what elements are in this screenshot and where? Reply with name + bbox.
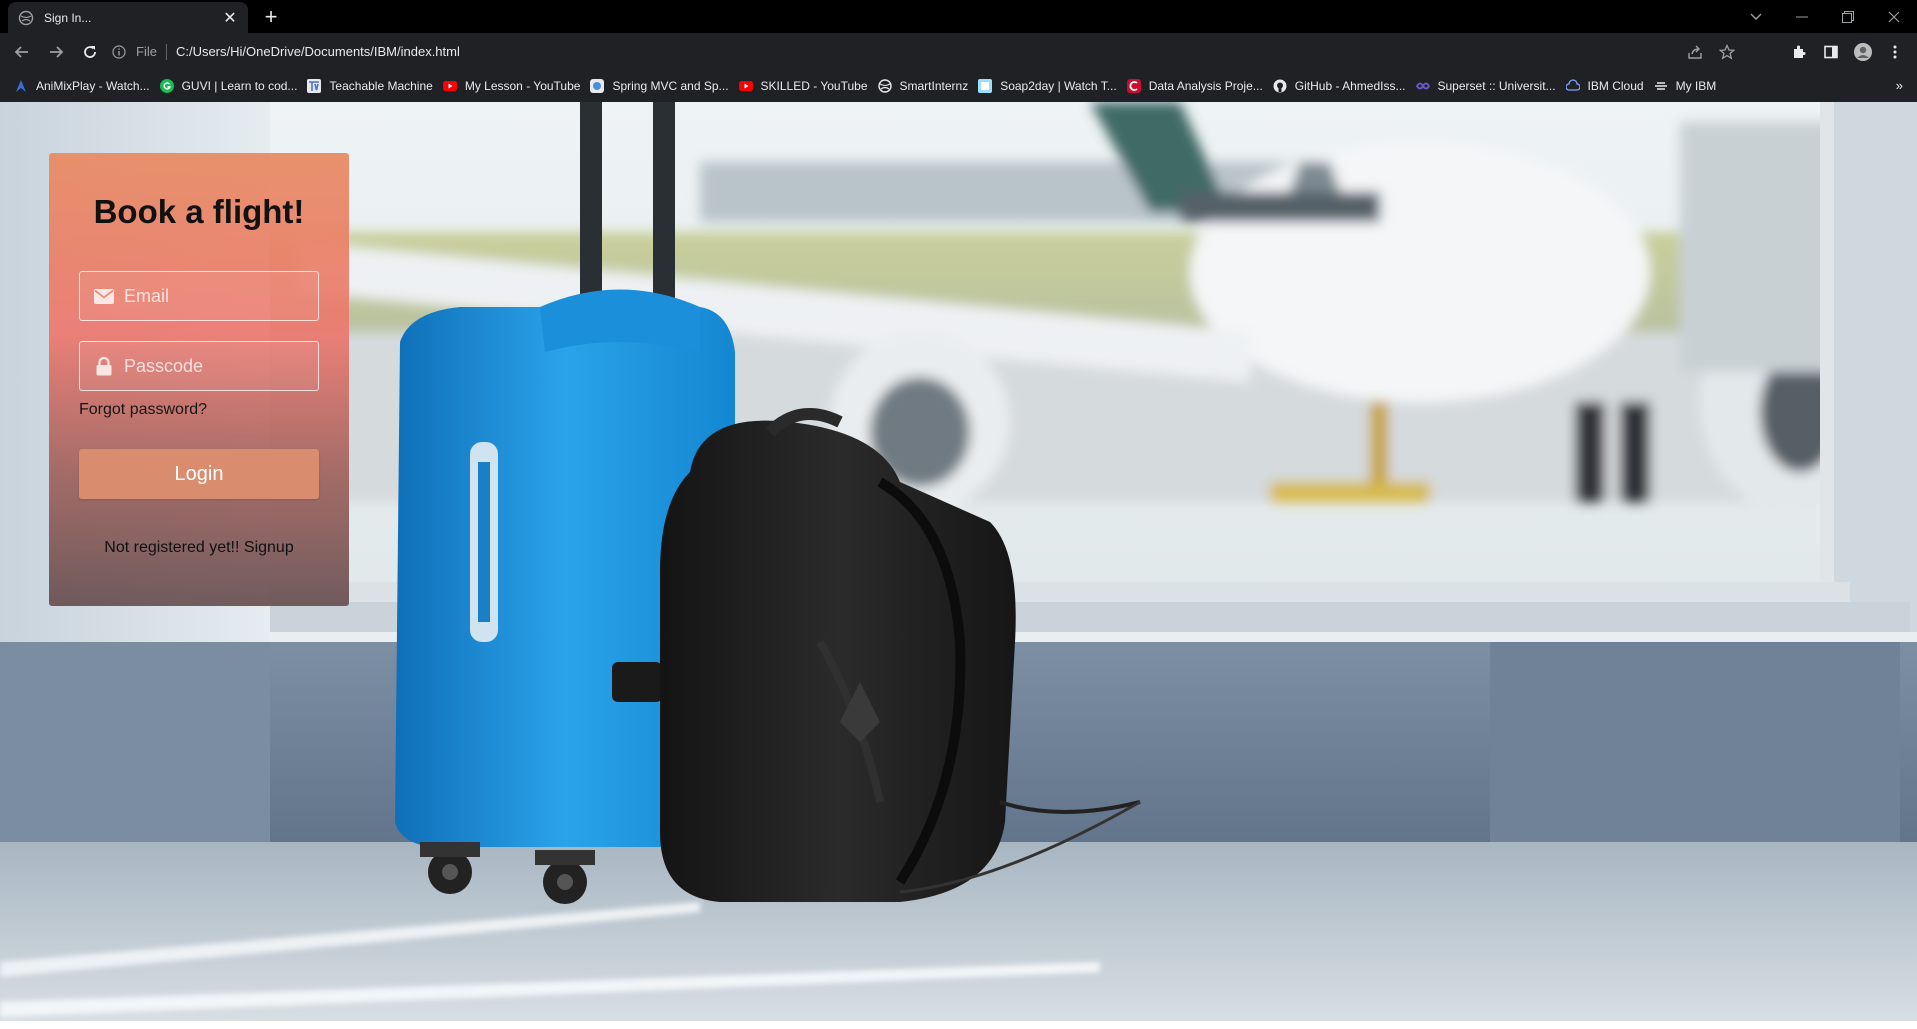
lock-icon [94,356,114,375]
tab-strip: Sign In... ✕ + [0,0,1917,33]
profile-avatar-icon[interactable] [1847,36,1879,68]
bookmark-label: SmartInternz [899,79,969,93]
bookmark-label: AniMixPlay - Watch... [36,79,150,93]
ibm-cloud-icon [1565,79,1580,93]
bookmark-item[interactable]: IBM Cloud [1564,73,1652,99]
window-controls [1733,0,1917,33]
animix-icon [14,79,28,93]
minimize-icon[interactable] [1779,0,1825,33]
tab-search-icon[interactable] [1733,0,1779,33]
side-panel-icon[interactable] [1815,36,1847,68]
bookmark-item[interactable]: Spring MVC and Sp... [588,73,736,99]
scheme-label: File [136,44,157,59]
globe-icon [18,10,34,26]
bookmark-item[interactable]: GUVI | Learn to cod... [158,73,306,99]
login-button[interactable]: Login [79,449,319,499]
more-menu-icon[interactable] [1879,36,1911,68]
superset-icon [1415,79,1430,93]
envelope-icon [94,287,114,305]
signup-prompt: Not registered yet!! Signup [49,539,349,557]
bookmark-item[interactable]: SmartInternz [876,73,977,99]
spring-icon [590,79,605,93]
bookmark-label: Teachable Machine [329,79,433,93]
bookmark-item[interactable]: Soap2day | Watch T... [976,73,1125,99]
close-tab-icon[interactable]: ✕ [222,8,238,28]
reload-icon[interactable] [74,36,106,68]
bookmark-label: GUVI | Learn to cod... [181,79,298,93]
bookmark-label: Spring MVC and Sp... [612,79,729,93]
email-field[interactable] [79,271,319,321]
bookmark-item[interactable]: Teachable Machine [305,73,440,99]
omnibox-divider [165,43,167,60]
globe-icon [877,79,892,93]
bookmark-label: GitHub - AhmedIss... [1294,79,1406,93]
bookmark-star-icon[interactable] [1711,37,1743,66]
back-icon[interactable] [6,36,38,68]
share-icon[interactable] [1679,37,1711,66]
bookmark-label: Superset :: Universit... [1437,79,1556,93]
bookmark-item[interactable]: GitHub - AhmedIss... [1271,73,1414,99]
bookmark-label: Soap2day | Watch T... [1000,79,1117,93]
bookmark-label: Data Analysis Proje... [1148,79,1263,93]
bookmarks-bar: AniMixPlay - Watch... GUVI | Learn to cod… [0,70,1917,102]
restore-icon[interactable] [1825,0,1871,33]
soap2day-icon [978,79,993,93]
bookmark-item[interactable]: My Lesson - YouTube [441,73,589,99]
url-text[interactable]: C:/Users/Hi/OneDrive/Documents/IBM/index… [176,44,460,59]
youtube-icon [738,79,753,93]
tab-title: Sign In... [44,10,92,25]
bookmark-item[interactable]: AniMixPlay - Watch... [12,73,158,99]
passcode-field[interactable] [79,341,319,391]
close-window-icon[interactable] [1871,0,1917,33]
new-tab-button[interactable]: + [258,4,284,30]
signup-prefix-text: Not registered yet!! [104,539,244,556]
guvi-icon [159,79,174,93]
teachable-machine-icon [307,79,322,93]
signup-link[interactable]: Signup [244,539,294,556]
coursera-c-icon [1126,79,1141,93]
omnibox-actions [1679,37,1743,66]
login-title: Book a flight! [93,193,305,230]
bookmark-item[interactable]: Data Analysis Proje... [1125,73,1271,99]
bookmark-item[interactable]: Superset :: Universit... [1414,73,1564,99]
browser-tab[interactable]: Sign In... ✕ [8,2,248,33]
address-bar[interactable]: File C:/Users/Hi/OneDrive/Documents/IBM/… [108,37,1743,66]
email-input[interactable] [124,285,314,307]
bookmarks-overflow-icon[interactable]: » [1896,70,1903,102]
extensions-icon[interactable] [1783,36,1815,68]
page-viewport: Book a flight! Forgot password? Login No… [0,102,1917,1021]
github-icon [1273,79,1287,93]
bookmark-item[interactable]: My IBM [1652,73,1725,99]
site-info-icon[interactable] [108,41,130,63]
bookmark-label: SKILLED - YouTube [760,79,868,93]
my-ibm-icon [1654,79,1668,93]
login-card: Book a flight! Forgot password? Login No… [49,153,349,606]
bookmark-label: IBM Cloud [1587,79,1644,93]
page-bottom-margin [0,1021,1917,1029]
bookmark-label: My Lesson - YouTube [464,79,581,93]
toolbar-actions [1783,33,1911,70]
forgot-password-link[interactable]: Forgot password? [79,401,207,419]
bookmark-label: My IBM [1675,79,1717,93]
passcode-input[interactable] [124,355,314,377]
forward-icon[interactable] [40,36,72,68]
youtube-icon [442,79,457,93]
bookmark-item[interactable]: SKILLED - YouTube [737,73,876,99]
